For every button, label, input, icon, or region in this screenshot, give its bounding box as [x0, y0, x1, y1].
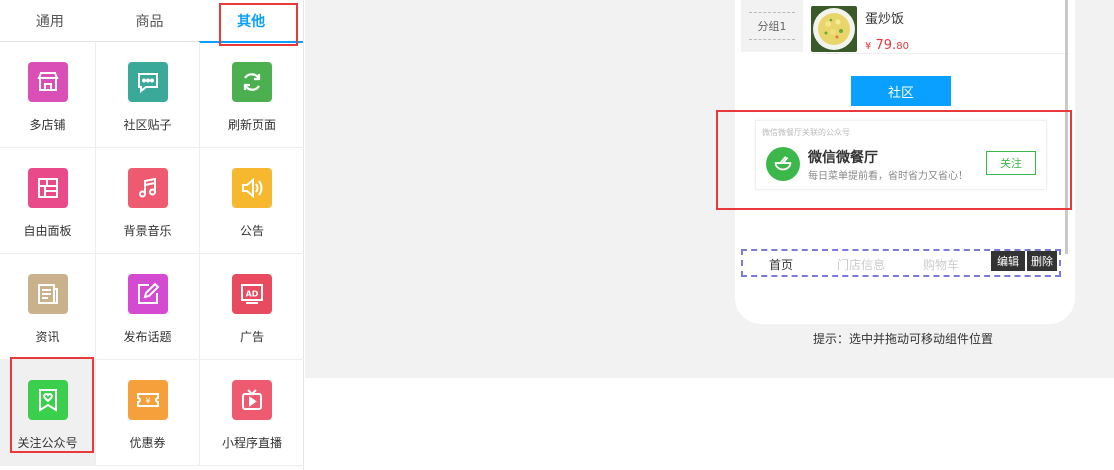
- scrollbar[interactable]: [1065, 0, 1068, 254]
- component-label: 关注公众号: [17, 436, 78, 450]
- product-group-label: 分组1: [741, 0, 803, 52]
- drag-hint: 提示：选中并拖动可移动组件位置: [813, 332, 994, 346]
- component-publish-topic[interactable]: 发布话题: [96, 254, 200, 360]
- music-icon: [127, 168, 168, 208]
- currency-symbol: ¥: [865, 41, 872, 52]
- nav-item-cart[interactable]: 购物车: [923, 256, 959, 273]
- component-grid: 多店铺 社区贴子 刷新页面 自由面板 背景音乐 公告 资讯 发布话题 AD 广告…: [0, 42, 304, 466]
- phone-preview: 分组1 蛋炒饭 ¥ 79.80 社区 微信微餐厅关联的公众号 微信微餐厅 每日菜…: [735, 0, 1075, 324]
- bottom-nav-component[interactable]: 首页 门店信息 购物车 编辑 删除: [741, 249, 1061, 277]
- community-button[interactable]: 社区: [851, 76, 951, 106]
- component-multi-store[interactable]: 多店铺: [0, 42, 96, 148]
- news-icon: [27, 274, 68, 314]
- official-account-description: 每日菜单提前看，省时省力又省心！: [808, 171, 968, 182]
- product-image: [811, 6, 857, 52]
- component-label: 自由面板: [23, 224, 72, 238]
- community-post-icon: [127, 62, 168, 102]
- restaurant-bowl-icon: [766, 147, 800, 181]
- follow-official-account-icon: [27, 380, 68, 420]
- official-account-card[interactable]: 微信微餐厅关联的公众号 微信微餐厅 每日菜单提前看，省时省力又省心！ 关注: [755, 120, 1047, 190]
- product-item[interactable]: 分组1 蛋炒饭 ¥ 79.80: [741, 0, 1069, 54]
- coupon-icon: ¥: [127, 380, 168, 420]
- tab-general[interactable]: 通用: [0, 0, 100, 42]
- price-cents: 80: [896, 41, 909, 52]
- component-label: 资讯: [35, 330, 60, 344]
- nav-item-home[interactable]: 首页: [769, 256, 793, 273]
- component-label: 优惠券: [129, 436, 166, 450]
- publish-topic-icon: [127, 274, 168, 314]
- edit-button[interactable]: 编辑: [991, 251, 1025, 271]
- tab-goods[interactable]: 商品: [100, 0, 200, 42]
- official-account-name: 微信微餐厅: [808, 150, 878, 166]
- component-label: 广告: [239, 330, 264, 344]
- product-price: ¥ 79.80: [865, 38, 909, 53]
- svg-text:AD: AD: [246, 290, 259, 299]
- ad-icon: AD: [232, 274, 272, 314]
- component-follow-official-account[interactable]: 关注公众号: [0, 360, 96, 466]
- component-community-post[interactable]: 社区贴子: [96, 42, 200, 148]
- mini-program-live-icon: [232, 380, 272, 420]
- component-label: 多店铺: [29, 118, 66, 132]
- multi-store-icon: [27, 62, 68, 102]
- nav-item-store-info[interactable]: 门店信息: [837, 256, 885, 273]
- component-announcement[interactable]: 公告: [200, 148, 304, 254]
- component-ad[interactable]: AD 广告: [200, 254, 304, 360]
- svg-text:¥: ¥: [145, 397, 150, 406]
- delete-button[interactable]: 删除: [1027, 251, 1057, 271]
- component-panel: 通用 商品 其他 多店铺 社区贴子 刷新页面 自由面板 背景音乐 公告 资讯 发…: [0, 0, 304, 470]
- component-label: 刷新页面: [227, 118, 276, 132]
- component-label: 公告: [239, 224, 264, 238]
- component-free-panel[interactable]: 自由面板: [0, 148, 96, 254]
- component-refresh-page[interactable]: 刷新页面: [200, 42, 304, 148]
- follow-button[interactable]: 关注: [986, 151, 1036, 175]
- announcement-icon: [232, 168, 272, 208]
- divider: [811, 53, 1069, 54]
- component-label: 发布话题: [123, 330, 172, 344]
- component-news[interactable]: 资讯: [0, 254, 96, 360]
- tab-other[interactable]: 其他: [199, 0, 303, 43]
- component-label: 背景音乐: [123, 224, 172, 238]
- price-main: 79.: [875, 38, 897, 53]
- product-name: 蛋炒饭: [865, 12, 905, 27]
- component-mini-program-live[interactable]: 小程序直播: [200, 360, 304, 466]
- official-account-caption: 微信微餐厅关联的公众号: [762, 128, 850, 137]
- component-tabs: 通用 商品 其他: [0, 0, 303, 43]
- component-coupon[interactable]: ¥ 优惠券: [96, 360, 200, 466]
- refresh-icon: [232, 62, 272, 102]
- free-panel-icon: [27, 168, 68, 208]
- component-label: 小程序直播: [221, 436, 282, 450]
- component-label: 社区贴子: [123, 118, 172, 132]
- design-canvas: 分组1 蛋炒饭 ¥ 79.80 社区 微信微餐厅关联的公众号 微信微餐厅 每日菜…: [305, 0, 1114, 378]
- component-bg-music[interactable]: 背景音乐: [96, 148, 200, 254]
